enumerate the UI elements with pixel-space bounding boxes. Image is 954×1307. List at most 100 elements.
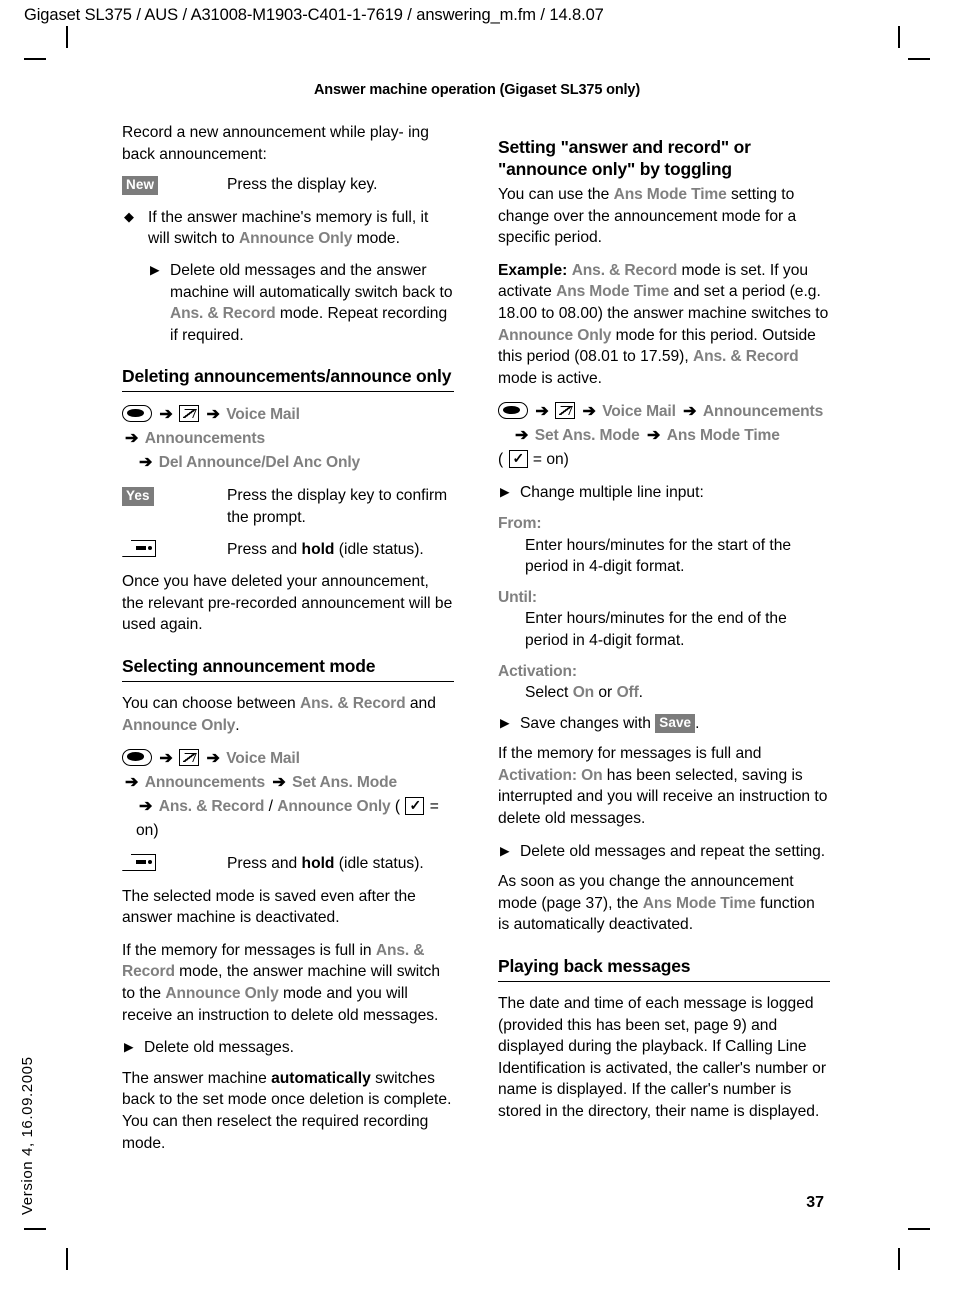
menu-term-ans-mode-time: Ans Mode Time	[642, 894, 756, 912]
voice-mail-key-icon[interactable]	[179, 405, 200, 423]
menu-term-ans-mode-time: Ans Mode Time	[613, 186, 727, 203]
menu-term-activation-on: Activation: On	[498, 766, 603, 784]
menu-item-set-ans-mode[interactable]: Set Ans. Mode	[292, 774, 397, 791]
menu-path-line-2: ➔ Announcements ➔ Set Ans. Mode	[122, 771, 454, 795]
voice-mail-key-icon[interactable]	[179, 749, 200, 767]
save-text-before: Save changes with	[520, 714, 656, 732]
change-multiline-list: Change multiple line input:	[498, 482, 830, 504]
arrow-icon: ➔	[139, 798, 152, 816]
crop-mark-bottom-left-vertical	[66, 1248, 68, 1270]
field-label-until: Until:	[498, 588, 537, 606]
arrow-icon: ➔	[125, 774, 138, 792]
section-heading-selecting-mode: Selecting announcement mode	[122, 655, 376, 676]
list-item: Delete old messages and the answer machi…	[148, 260, 454, 346]
yes-display-key-badge[interactable]: Yes	[122, 487, 154, 507]
section-rule	[122, 391, 454, 393]
menu-path-ans-mode-time: ➔ ➔ Voice Mail ➔ Announcements ➔ Set Ans…	[498, 400, 830, 472]
change-mode-paragraph: As soon as you change the announcement m…	[498, 871, 830, 936]
end-key-row-delete: Press and hold (idle status).	[122, 539, 454, 562]
menu-item-voice-mail[interactable]: Voice Mail	[226, 750, 300, 767]
section-heading-playing-back: Playing back messages	[498, 956, 691, 977]
arrow-icon: ➔	[535, 403, 548, 421]
section-heading-toggling: Setting "answer and record" or "announce…	[498, 137, 751, 179]
end-call-key-icon[interactable]	[122, 539, 156, 559]
menu-path-line-2: ➔ Set Ans. Mode ➔ Ans Mode Time	[498, 424, 830, 448]
diamond-text-after: mode.	[352, 230, 400, 248]
crop-mark-bottom-right-vertical	[898, 1248, 900, 1270]
end-key-cell	[122, 539, 227, 562]
delete-old-messages-list: Delete old messages.	[122, 1037, 454, 1059]
new-key-description: Press the display key.	[227, 176, 378, 194]
select-intro-middle: and	[405, 694, 436, 712]
activation-middle: or	[594, 684, 617, 702]
save-display-key-badge[interactable]: Save	[655, 713, 696, 733]
crop-mark-top-left-vertical	[66, 26, 68, 48]
yes-key-row: Yes Press the display key to confirm the…	[122, 485, 454, 528]
menu-item-voice-mail[interactable]: Voice Mail	[226, 406, 300, 423]
menu-path-line-1: ➔ ➔ Voice Mail	[122, 747, 454, 771]
page-number: 37	[806, 1194, 824, 1211]
section-rule	[498, 981, 830, 983]
select-intro-before: You can choose between	[122, 694, 301, 712]
example-label: Example:	[498, 261, 568, 279]
right-column: Setting "answer and record" or "announce…	[498, 122, 830, 1134]
menu-item-set-ans-mode[interactable]: Set Ans. Mode	[535, 427, 640, 444]
arrow-icon: ➔	[159, 750, 172, 768]
playback-body-paragraph: The date and time of each message is log…	[498, 995, 827, 1120]
control-key-icon[interactable]	[122, 405, 152, 423]
menu-path-select-mode: ➔ ➔ Voice Mail ➔ Announcements ➔ Set Ans…	[122, 747, 454, 843]
delete-old-messages-sublist: Delete old messages and the answer machi…	[148, 260, 454, 346]
end-key-description: Press and hold (idle status).	[227, 539, 454, 561]
crop-mark-bottom-left-horizontal	[24, 1228, 46, 1230]
memsave-before: If the memory for messages is full and	[498, 745, 762, 763]
menu-item-announcements[interactable]: Announcements	[145, 430, 265, 447]
menu-term-ans-record: Ans. & Record	[170, 305, 276, 323]
arrow-icon: ➔	[159, 406, 172, 424]
arrow-icon: ➔	[582, 403, 595, 421]
crop-mark-bottom-right-horizontal	[908, 1228, 930, 1230]
end-key-bar	[136, 545, 146, 550]
toggle-intro-paragraph: You can use the Ans Mode Time setting to…	[498, 184, 830, 249]
menu-path-line-3: ➔ Ans. & Record / Announce Only ( = on)	[122, 795, 454, 843]
menu-item-ans-mode-time[interactable]: Ans Mode Time	[667, 427, 780, 444]
checkbox-checked-icon	[405, 796, 425, 816]
toggle-intro-before: You can use the	[498, 186, 614, 203]
arrow-icon: ➔	[683, 403, 696, 421]
list-item: Delete old messages.	[122, 1037, 454, 1059]
end-call-key-icon[interactable]	[122, 854, 156, 873]
menu-term-announce-only: Announce Only	[165, 985, 279, 1003]
end-key-text-after: (idle status).	[334, 540, 424, 558]
field-body-until: Enter hours/minutes for the end of the p…	[525, 610, 787, 649]
control-key-icon[interactable]	[498, 402, 528, 420]
menu-item-ans-record[interactable]: Ans. & Record	[159, 798, 265, 815]
menu-separator: /	[268, 798, 278, 816]
new-display-key-badge[interactable]: New	[122, 176, 159, 196]
menu-term-off: Off	[616, 684, 639, 702]
end-key-cell	[122, 853, 227, 876]
auto-bold: automatically	[271, 1069, 371, 1087]
mode-saved-paragraph: The selected mode is saved even after th…	[122, 887, 416, 927]
menu-term-ans-mode-time: Ans Mode Time	[556, 283, 670, 301]
menu-item-voice-mail[interactable]: Voice Mail	[602, 403, 676, 420]
left-column: Record a new announcement while play- in…	[122, 122, 454, 1165]
voice-mail-key-icon[interactable]	[555, 402, 576, 420]
arrow-icon: ➔	[206, 750, 219, 768]
control-key-icon[interactable]	[122, 749, 152, 767]
menu-item-announcements[interactable]: Announcements	[703, 403, 823, 420]
menu-path-line-2: ➔ Announcements	[122, 427, 454, 451]
menu-item-del-announce[interactable]: Del Announce/Del Anc Only	[159, 454, 360, 471]
menu-item-announcements[interactable]: Announcements	[145, 774, 265, 791]
activation-before: Select	[525, 684, 573, 702]
select-intro-after: .	[235, 716, 240, 734]
list-item: If the answer machine's memory is full, …	[122, 206, 454, 250]
menu-term-announce-only: Announce Only	[498, 326, 612, 344]
menu-item-announce-only[interactable]: Announce Only	[277, 798, 390, 815]
menu-path-line-3: ➔ Del Announce/Del Anc Only	[122, 451, 454, 475]
page-running-title: Answer machine operation (Gigaset SL375 …	[313, 82, 641, 98]
crop-mark-top-right-vertical	[898, 26, 900, 48]
field-body-activation: Select On or Off.	[498, 682, 830, 704]
section-rule	[122, 680, 454, 682]
auto-switch-paragraph: The answer machine automatically switche…	[122, 1068, 454, 1154]
checkbox-legend-open: (	[498, 451, 504, 469]
memory-full-saving-paragraph: If the memory for messages is full and A…	[498, 743, 830, 829]
